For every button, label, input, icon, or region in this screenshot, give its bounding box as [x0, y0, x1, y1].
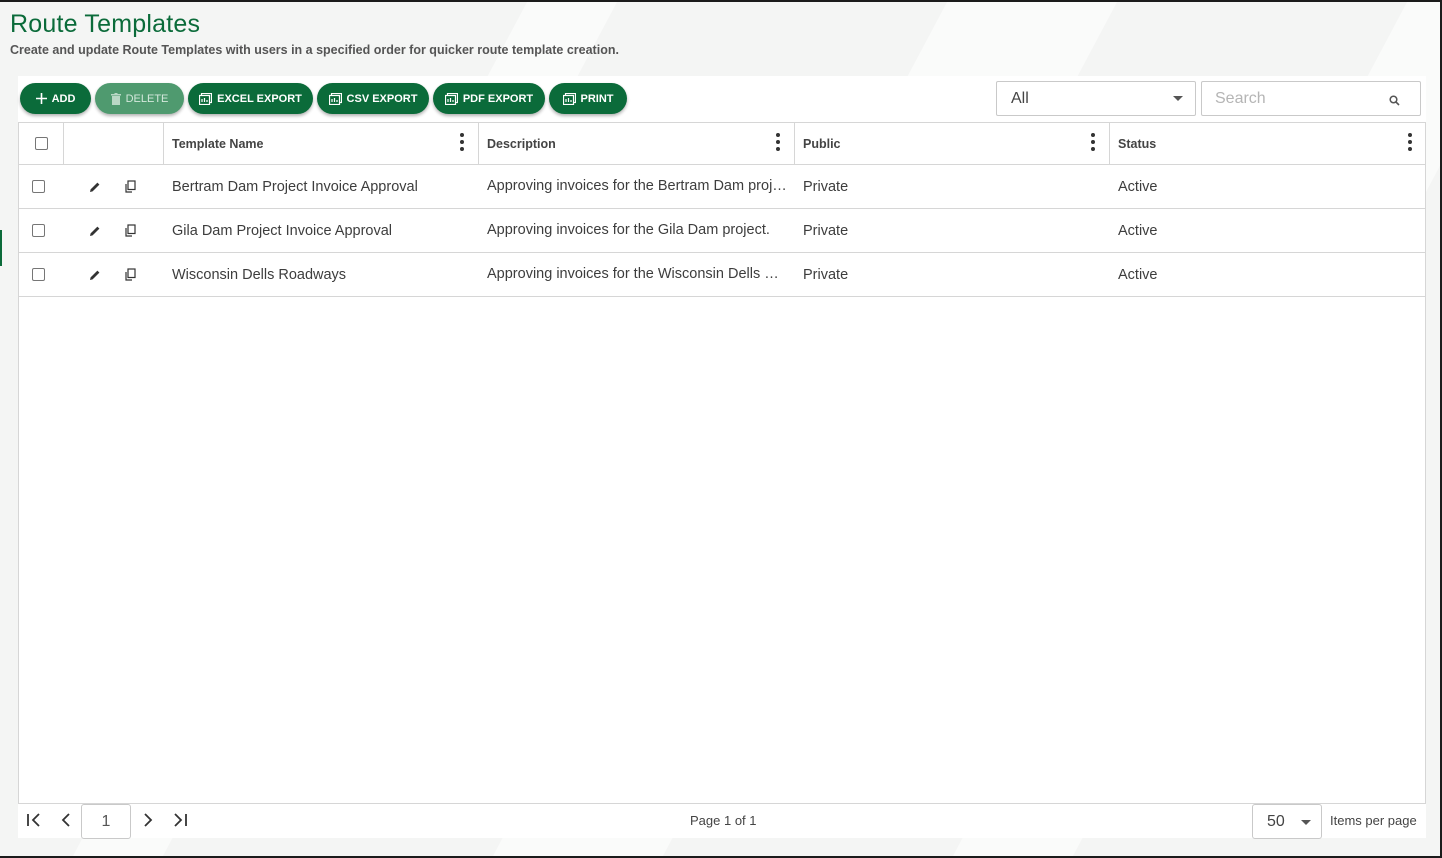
template-name-cell: Wisconsin Dells Roadways: [172, 266, 347, 283]
grid-toolbar: ADD DELETE EXCEL EXPORT CSV EXPORT PDF E…: [18, 76, 1426, 122]
prev-page-icon[interactable]: [58, 812, 74, 833]
caret-down-icon: [1301, 820, 1311, 825]
status-filter-select[interactable]: All: [996, 81, 1196, 116]
page-header: Route Templates Create and update Route …: [10, 10, 619, 57]
column-header-label: Template Name: [172, 136, 264, 151]
copy-icon[interactable]: [124, 209, 140, 252]
table-row[interactable]: Wisconsin Dells Roadways Approving invoi…: [19, 253, 1425, 297]
kebab-icon[interactable]: [776, 133, 780, 151]
kebab-icon[interactable]: [1408, 133, 1412, 151]
select-all-checkbox[interactable]: [34, 137, 48, 150]
items-per-page-select[interactable]: 50: [1252, 804, 1322, 839]
page-title: Route Templates: [10, 10, 201, 38]
print-button-label: PRINT: [580, 92, 614, 105]
excel-export-label: EXCEL EXPORT: [217, 92, 302, 105]
row-checkbox[interactable]: [31, 268, 45, 281]
current-page-input[interactable]: 1: [81, 804, 131, 839]
excel-export-button[interactable]: EXCEL EXPORT: [188, 83, 313, 114]
search-icon[interactable]: [1389, 93, 1400, 111]
first-page-icon[interactable]: [26, 812, 42, 833]
delete-button[interactable]: DELETE: [95, 83, 184, 114]
public-cell: Private: [803, 266, 849, 283]
row-checkbox[interactable]: [31, 180, 45, 193]
caret-down-icon: [1173, 96, 1183, 101]
export-icon: [199, 92, 213, 105]
add-button-label: ADD: [51, 92, 76, 105]
select-all-cell: [19, 123, 64, 164]
pencil-icon[interactable]: [89, 165, 105, 208]
column-header-description[interactable]: Description: [479, 123, 795, 164]
route-templates-grid: Template Name Description Public Status …: [18, 122, 1426, 804]
delete-button-label: DELETE: [125, 92, 169, 105]
copy-icon[interactable]: [124, 165, 140, 208]
status-filter-value: All: [1011, 89, 1029, 107]
public-cell: Private: [803, 178, 849, 195]
csv-export-label: CSV EXPORT: [346, 92, 418, 105]
row-checkbox[interactable]: [31, 224, 45, 237]
items-per-page-label: Items per page: [1330, 813, 1417, 828]
pencil-icon[interactable]: [89, 253, 105, 296]
column-header-label: Description: [487, 136, 556, 151]
public-cell: Private: [803, 222, 849, 239]
csv-export-button[interactable]: CSV EXPORT: [317, 83, 429, 114]
items-per-page-value: 50: [1267, 812, 1285, 830]
column-header-public[interactable]: Public: [795, 123, 1110, 164]
pager: 1 Page 1 of 1 50 Items per page: [18, 804, 1426, 839]
page-subtitle: Create and update Route Templates with u…: [10, 43, 619, 57]
search-field[interactable]: [1201, 81, 1421, 116]
active-nav-indicator: [0, 230, 2, 266]
description-cell: Approving invoices for the Bertram Dam p…: [487, 178, 789, 194]
table-row[interactable]: Bertram Dam Project Invoice Approval App…: [19, 165, 1425, 209]
kebab-icon[interactable]: [1091, 133, 1095, 151]
pdf-export-button[interactable]: PDF EXPORT: [433, 83, 545, 114]
add-button[interactable]: ADD: [20, 83, 91, 114]
table-row[interactable]: Gila Dam Project Invoice Approval Approv…: [19, 209, 1425, 253]
column-header-label: Public: [803, 136, 841, 151]
print-icon: [562, 92, 576, 105]
column-header-label: Status: [1118, 136, 1157, 151]
export-icon: [328, 92, 342, 105]
pdf-export-label: PDF EXPORT: [462, 92, 534, 105]
pencil-icon[interactable]: [89, 209, 105, 252]
grid-header: Template Name Description Public Status: [19, 123, 1425, 165]
status-cell: Active: [1118, 266, 1158, 283]
column-header-status[interactable]: Status: [1110, 123, 1426, 164]
status-cell: Active: [1118, 222, 1158, 239]
copy-icon[interactable]: [124, 253, 140, 296]
page-info: Page 1 of 1: [690, 813, 757, 828]
template-name-cell: Gila Dam Project Invoice Approval: [172, 222, 393, 239]
description-cell: Approving invoices for the Wisconsin Del…: [487, 266, 789, 282]
actions-header-cell: [64, 123, 164, 164]
status-cell: Active: [1118, 178, 1158, 195]
plus-icon: [35, 93, 47, 104]
print-button[interactable]: PRINT: [549, 83, 627, 114]
search-input[interactable]: [1215, 82, 1385, 115]
last-page-icon[interactable]: [172, 812, 188, 833]
description-cell: Approving invoices for the Gila Dam proj…: [487, 222, 770, 238]
column-header-template-name[interactable]: Template Name: [164, 123, 479, 164]
kebab-icon[interactable]: [460, 133, 464, 151]
template-name-cell: Bertram Dam Project Invoice Approval: [172, 178, 418, 195]
export-icon: [444, 92, 458, 105]
next-page-icon[interactable]: [140, 812, 156, 833]
trash-icon: [110, 92, 121, 105]
